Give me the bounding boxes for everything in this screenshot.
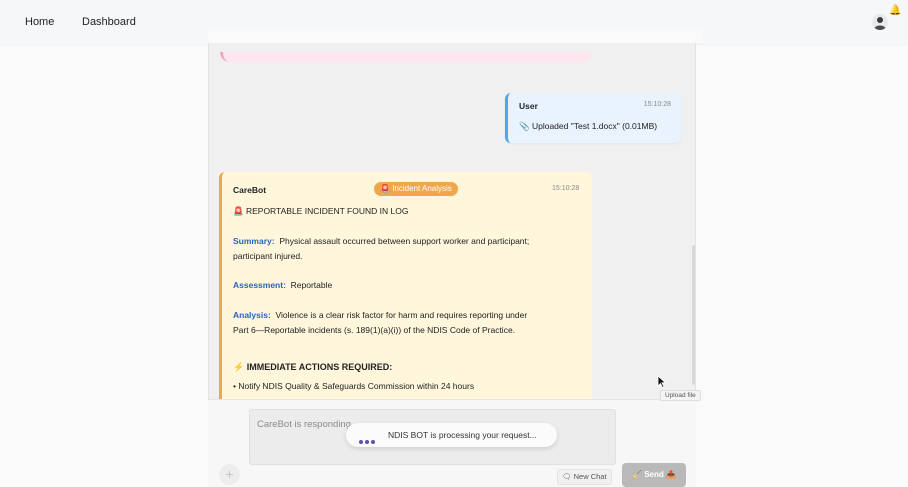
- message-sender: User: [519, 101, 538, 111]
- upload-file-button[interactable]: +: [219, 464, 240, 485]
- summary-value: Physical assault occurred between suppor…: [279, 236, 530, 246]
- analysis-line-2: Part 6—Reportable incidents (s. 189(1)(a…: [233, 325, 516, 335]
- chat-scrollbar[interactable]: [692, 245, 695, 385]
- actions-heading: ⚡ IMMEDIATE ACTIONS REQUIRED:: [233, 362, 392, 373]
- message-timestamp: 15:10:28: [643, 101, 671, 108]
- analysis-line-1: Analysis: Violence is a clear risk facto…: [233, 310, 527, 320]
- lightning-icon: ⚡: [233, 362, 245, 372]
- input-placeholder: CareBot is responding...: [257, 419, 359, 430]
- user-message: User 15:10:28 📎 Uploaded "Test 1.docx" (…: [505, 93, 681, 143]
- bell-icon[interactable]: 🔔: [889, 5, 901, 16]
- summary-line-1: Summary: Physical assault occurred betwe…: [233, 236, 529, 246]
- processing-status-text: NDIS BOT is processing your request...: [388, 430, 537, 440]
- analysis-value: Violence is a clear risk factor for harm…: [275, 310, 528, 320]
- assessment-value: Reportable: [290, 280, 333, 290]
- chat-icon: 🗨: [562, 472, 572, 481]
- headline-text: REPORTABLE INCIDENT FOUND IN LOG: [245, 206, 409, 216]
- chat-top-fade: [208, 31, 703, 43]
- incident-analysis-badge: 🚨 Incident Analysis: [374, 182, 458, 196]
- summary-key: Summary:: [233, 236, 275, 246]
- bot-message: CareBot 🚨 Incident Analysis 15:10:28 🚨 R…: [219, 172, 592, 408]
- assessment-key: Assessment:: [233, 280, 286, 290]
- send-icon: 📤: [666, 470, 676, 479]
- assessment-line: Assessment: Reportable: [233, 280, 332, 290]
- incident-headline: 🚨 REPORTABLE INCIDENT FOUND IN LOG: [233, 206, 408, 217]
- paperclip-icon: 📎: [519, 121, 530, 131]
- siren-icon: 🚨: [233, 206, 244, 216]
- action-item: • Notify NDIS Quality & Safeguards Commi…: [233, 381, 475, 391]
- upload-filename: Uploaded "Test 1.docx" (0.01MB): [531, 121, 658, 131]
- message-timestamp: 15:10:28: [552, 185, 580, 192]
- processing-status-pill: NDIS BOT is processing your request...: [346, 423, 557, 447]
- nav-home-link[interactable]: Home: [25, 16, 54, 28]
- upload-file-tooltip: Upload file: [660, 390, 701, 401]
- broom-icon: 🧹: [632, 470, 642, 479]
- badge-label: Incident Analysis: [392, 184, 452, 193]
- siren-icon: 🚨: [380, 184, 390, 193]
- analysis-key: Analysis:: [233, 310, 271, 320]
- send-label: Send: [644, 470, 664, 479]
- actions-heading-text: IMMEDIATE ACTIONS REQUIRED:: [246, 362, 393, 372]
- new-chat-button[interactable]: 🗨 New Chat: [557, 469, 612, 485]
- message-sender: CareBot: [233, 185, 267, 195]
- typing-dots-icon: [359, 431, 377, 449]
- new-chat-label: New Chat: [573, 472, 607, 481]
- previous-message-edge: [220, 52, 592, 62]
- mouse-cursor-icon: [657, 375, 666, 388]
- nav-dashboard-link[interactable]: Dashboard: [82, 16, 136, 28]
- user-avatar-icon[interactable]: [872, 14, 888, 30]
- message-text: 📎 Uploaded "Test 1.docx" (0.01MB): [519, 121, 657, 132]
- summary-line-2: participant injured.: [233, 251, 303, 261]
- send-button[interactable]: 🧹 Send 📤: [622, 463, 686, 487]
